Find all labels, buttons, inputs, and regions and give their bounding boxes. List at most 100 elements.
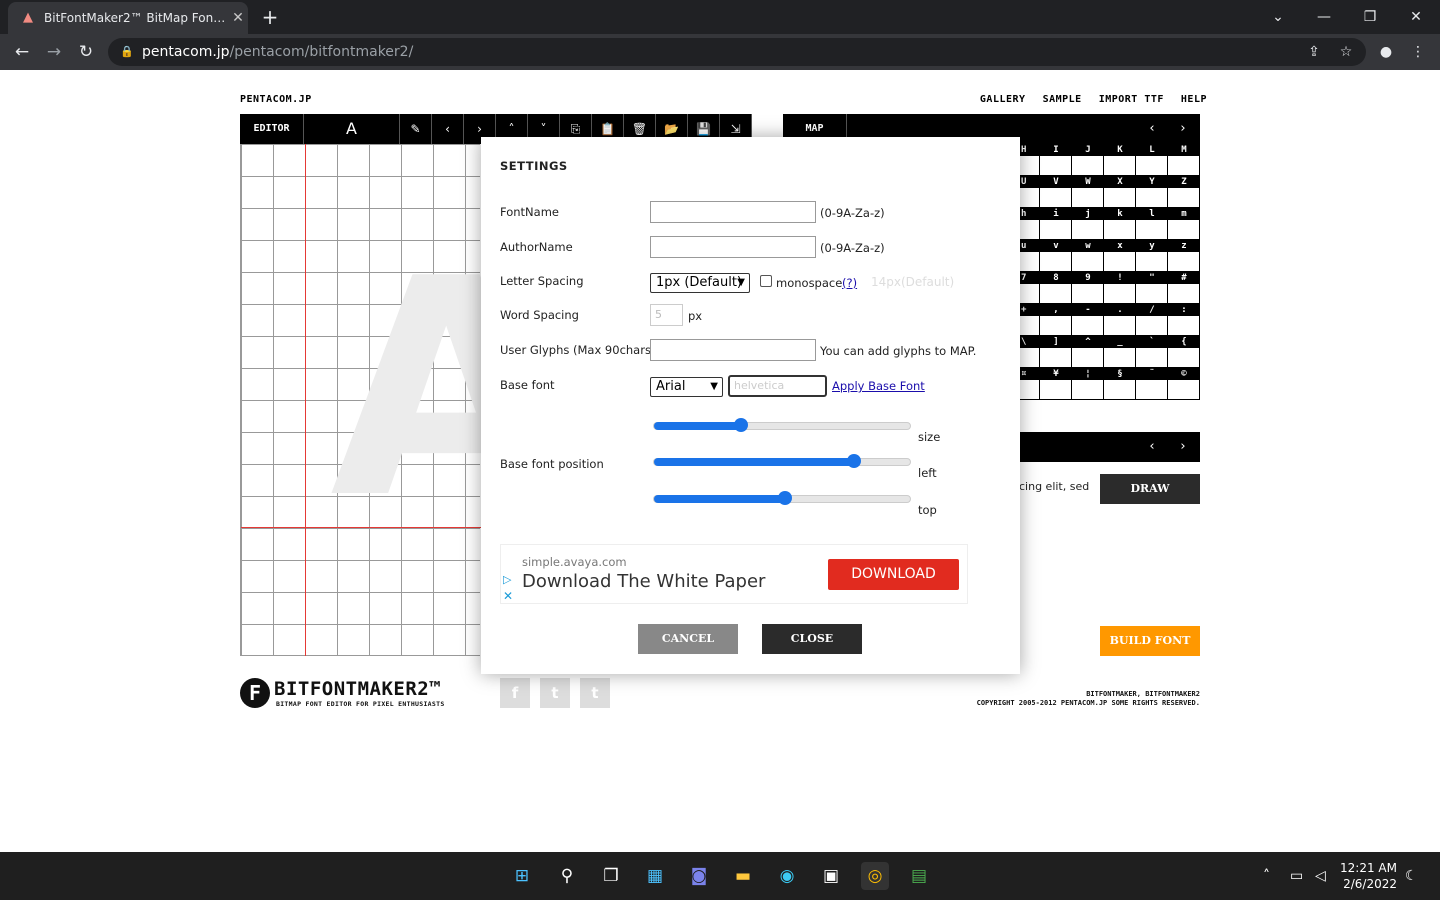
ad-close-icon[interactable]: ✕ — [503, 589, 513, 603]
map-cell[interactable] — [1019, 316, 1039, 335]
twitter-icon[interactable]: t — [540, 678, 570, 708]
letter-spacing-select[interactable]: 1px (Default) ▼ — [650, 273, 750, 293]
store-icon[interactable]: ▣ — [817, 862, 845, 890]
map-cell[interactable] — [1104, 380, 1135, 399]
author-name-input[interactable] — [650, 236, 816, 258]
slider-knob[interactable] — [734, 418, 749, 432]
left-slider[interactable] — [653, 454, 911, 468]
map-cell[interactable] — [1168, 156, 1199, 175]
map-cell[interactable] — [1168, 380, 1199, 399]
map-cell[interactable] — [1019, 380, 1039, 399]
file-explorer-icon[interactable]: ▬ — [729, 862, 757, 890]
map-cell[interactable] — [1168, 188, 1199, 207]
map-cell[interactable] — [1136, 284, 1167, 303]
map-cell[interactable] — [1040, 316, 1071, 335]
chat-icon[interactable]: ◙ — [685, 862, 713, 890]
preview-sample-text[interactable]: cing elit, sed — [1019, 480, 1089, 493]
preview-prev-icon[interactable]: ‹ — [1142, 437, 1162, 457]
ad-choices-icon[interactable]: ▷ — [503, 573, 511, 586]
map-cell[interactable] — [1136, 316, 1167, 335]
chrome-icon[interactable]: ◎ — [861, 862, 889, 890]
map-cell[interactable] — [1104, 156, 1135, 175]
top-slider[interactable] — [653, 491, 911, 505]
map-cell[interactable] — [1072, 220, 1103, 239]
arrow-left-icon[interactable]: ‹ — [432, 114, 464, 144]
map-cell[interactable] — [1168, 252, 1199, 271]
share-icon[interactable]: ⇪ — [1304, 42, 1324, 62]
start-icon[interactable]: ⊞ — [508, 862, 536, 890]
word-spacing-input[interactable]: 5 — [650, 304, 683, 326]
map-cell[interactable] — [1136, 156, 1167, 175]
map-cell[interactable] — [1104, 188, 1135, 207]
new-tab-button[interactable]: + — [258, 6, 282, 30]
map-cell[interactable] — [1019, 284, 1039, 303]
preview-next-icon[interactable]: › — [1173, 437, 1193, 457]
map-cell[interactable] — [1019, 188, 1039, 207]
monospace-help-link[interactable]: (?) — [842, 276, 857, 290]
size-slider[interactable] — [653, 418, 911, 432]
map-prev-icon[interactable]: ‹ — [1142, 119, 1162, 139]
map-cell[interactable] — [1072, 284, 1103, 303]
build-font-button[interactable]: BUILD FONT — [1100, 626, 1200, 656]
map-cell[interactable] — [1072, 156, 1103, 175]
apply-base-font-link[interactable]: Apply Base Font — [832, 379, 925, 393]
map-cell[interactable] — [1104, 220, 1135, 239]
widgets-icon[interactable]: ▦ — [641, 862, 669, 890]
map-cell[interactable] — [1072, 316, 1103, 335]
map-cell[interactable] — [1072, 252, 1103, 271]
tab-search-icon[interactable]: ⌄ — [1255, 4, 1301, 30]
map-cell[interactable] — [1104, 284, 1135, 303]
map-cell[interactable] — [1040, 220, 1071, 239]
base-font-custom-input[interactable]: helvetica — [728, 375, 827, 397]
app-icon[interactable]: ▤ — [905, 862, 933, 890]
map-cell[interactable] — [1168, 220, 1199, 239]
menu-kebab-icon[interactable]: ⋮ — [1408, 42, 1428, 62]
edge-icon[interactable]: ◉ — [773, 862, 801, 890]
map-cell[interactable] — [1136, 348, 1167, 367]
map-cell[interactable] — [1040, 156, 1071, 175]
map-cell[interactable] — [1072, 348, 1103, 367]
map-cell[interactable] — [1040, 188, 1071, 207]
slider-knob[interactable] — [777, 491, 792, 505]
map-cell[interactable] — [1040, 348, 1071, 367]
base-font-select[interactable]: Arial ▼ — [650, 377, 723, 397]
facebook-icon[interactable]: f — [500, 678, 530, 708]
map-cell[interactable] — [1136, 380, 1167, 399]
pencil-icon[interactable]: ✎ — [400, 114, 432, 144]
site-name[interactable]: PENTACOM.JP — [240, 94, 312, 105]
volume-icon[interactable]: ◁ — [1315, 866, 1326, 886]
nav-help[interactable]: HELP — [1181, 94, 1207, 105]
back-arrow-icon[interactable]: ← — [10, 40, 34, 64]
notification-icon[interactable]: ☾ — [1405, 866, 1418, 886]
browser-tab[interactable]: ▲ BitFontMaker2™ BitMap Font Ed ✕ — [8, 2, 248, 34]
slider-knob[interactable] — [846, 454, 861, 468]
map-cell[interactable] — [1019, 348, 1039, 367]
reload-icon[interactable]: ↻ — [74, 40, 98, 64]
profile-icon[interactable]: ● — [1376, 42, 1396, 62]
map-cell[interactable] — [1168, 284, 1199, 303]
editor-tab[interactable]: EDITOR — [240, 114, 304, 144]
map-cell[interactable] — [1072, 380, 1103, 399]
map-cell[interactable] — [1136, 220, 1167, 239]
font-name-input[interactable] — [650, 201, 816, 223]
restore-button[interactable]: ❐ — [1347, 4, 1393, 30]
task-view-icon[interactable]: ❐ — [597, 862, 625, 890]
ad-headline[interactable]: Download The White Paper — [522, 571, 765, 592]
map-cell[interactable] — [1136, 252, 1167, 271]
map-cell[interactable] — [1104, 252, 1135, 271]
map-cell[interactable] — [1168, 316, 1199, 335]
nav-gallery[interactable]: GALLERY — [980, 94, 1026, 105]
map-cell[interactable] — [1040, 284, 1071, 303]
clock[interactable]: 12:21 AM 2/6/2022 — [1340, 860, 1397, 892]
bitfontmaker-logo[interactable]: F BITFONTMAKER2™ BITMAP FONT EDITOR FOR … — [240, 678, 490, 710]
nav-import-ttf[interactable]: IMPORT TTF — [1099, 94, 1164, 105]
ad-download-button[interactable]: DOWNLOAD — [828, 559, 959, 590]
map-next-icon[interactable]: › — [1173, 119, 1193, 139]
close-button[interactable]: CLOSE — [762, 624, 862, 654]
map-cell[interactable] — [1040, 252, 1071, 271]
map-cell[interactable] — [1104, 348, 1135, 367]
bookmark-star-icon[interactable]: ☆ — [1336, 42, 1356, 62]
map-cell[interactable] — [1136, 188, 1167, 207]
map-cell[interactable] — [1040, 380, 1071, 399]
monospace-checkbox[interactable] — [760, 275, 772, 287]
